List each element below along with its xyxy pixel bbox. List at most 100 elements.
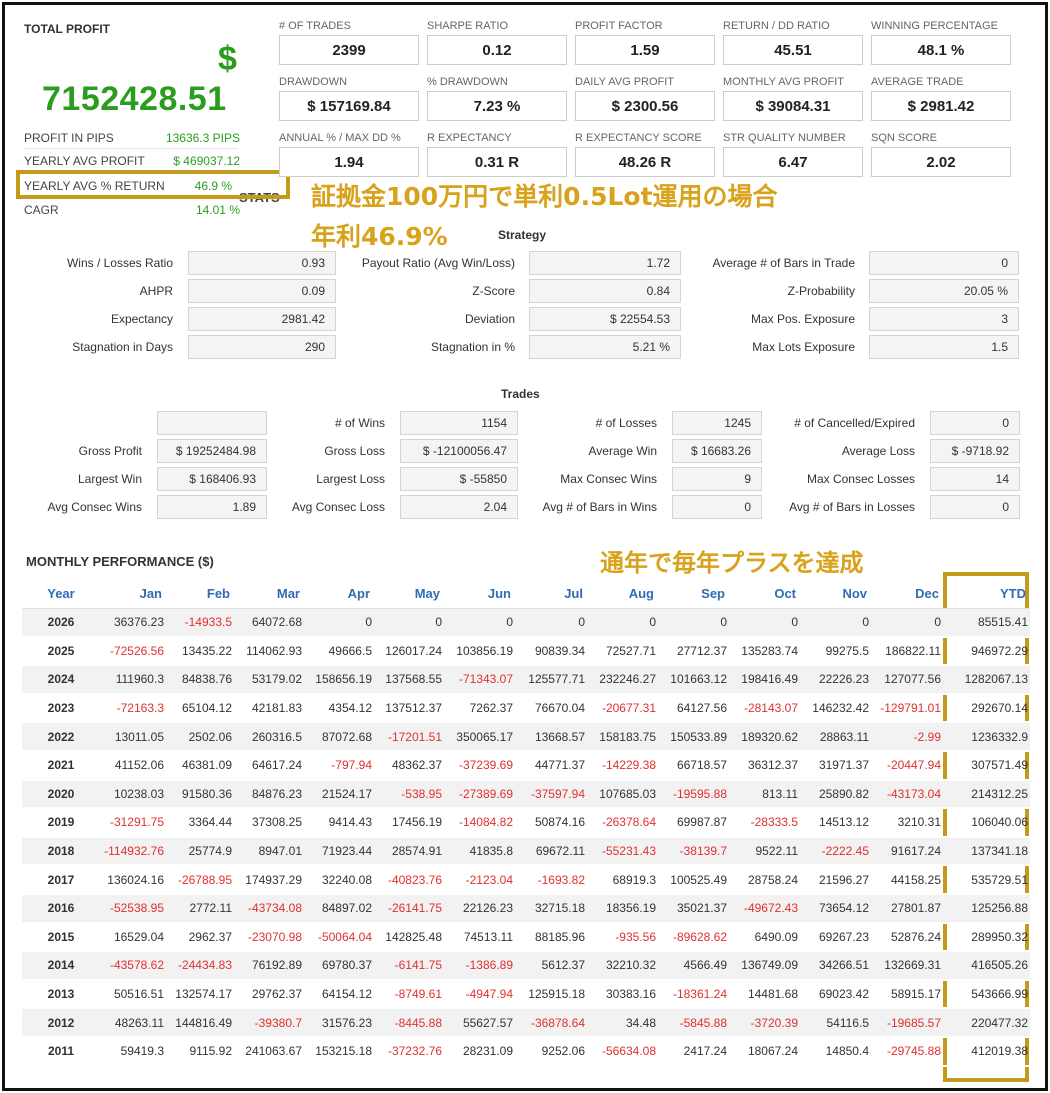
metric-value: 2399 bbox=[279, 35, 419, 65]
month-cell: 36376.23 bbox=[100, 608, 166, 638]
trade-value: $ 16683.26 bbox=[672, 439, 762, 463]
column-header: Year bbox=[22, 580, 100, 609]
trades-title: Trades bbox=[501, 387, 540, 401]
stat-label: Deviation bbox=[464, 312, 515, 326]
month-cell: 48362.37 bbox=[374, 750, 444, 781]
year-cell: 2023 bbox=[22, 693, 100, 724]
metric-label: PROFIT FACTOR bbox=[575, 20, 663, 32]
metric-label: SHARPE RATIO bbox=[427, 20, 509, 32]
month-cell: 103856.19 bbox=[444, 636, 515, 667]
month-cell: 72527.71 bbox=[587, 636, 658, 667]
month-cell: 0 bbox=[871, 608, 943, 638]
month-cell: 59419.3 bbox=[100, 1036, 166, 1067]
month-cell: -8749.61 bbox=[374, 979, 444, 1010]
metric-card: RETURN / DD RATIO 45.51 bbox=[723, 20, 863, 65]
month-cell: -26788.95 bbox=[166, 865, 234, 895]
stat-label: Stagnation in Days bbox=[72, 340, 173, 354]
column-header: Oct bbox=[729, 580, 800, 609]
ytd-cell: 1236332.9 bbox=[943, 722, 1030, 752]
month-cell: -20677.31 bbox=[587, 693, 658, 724]
trade-label: # of Cancelled/Expired bbox=[794, 416, 915, 430]
month-cell: -20447.94 bbox=[871, 750, 943, 781]
month-cell: 21596.27 bbox=[800, 865, 871, 895]
month-cell: 17456.19 bbox=[374, 808, 444, 838]
month-cell: 64127.56 bbox=[658, 693, 729, 724]
month-cell: 7262.37 bbox=[444, 693, 515, 724]
month-cell: 186822.11 bbox=[871, 636, 943, 667]
stat-value: 0 bbox=[869, 251, 1019, 275]
month-cell: 36312.37 bbox=[729, 750, 800, 781]
metric-value: 0.12 bbox=[427, 35, 567, 65]
month-cell: 54116.5 bbox=[800, 1008, 871, 1038]
month-cell: 189320.62 bbox=[729, 722, 800, 752]
month-cell: -26378.64 bbox=[587, 808, 658, 838]
month-cell: 64617.24 bbox=[234, 750, 304, 781]
month-cell: 9522.11 bbox=[729, 836, 800, 867]
month-cell: 8947.01 bbox=[234, 836, 304, 867]
month-cell: -1386.89 bbox=[444, 951, 515, 981]
metric-label: DRAWDOWN bbox=[279, 76, 348, 88]
month-cell: -56634.08 bbox=[587, 1036, 658, 1067]
metric-label: R EXPECTANCY SCORE bbox=[575, 132, 702, 144]
highlight-box-yearly-return bbox=[16, 170, 290, 199]
month-cell: 52876.24 bbox=[871, 922, 943, 953]
month-cell: -538.95 bbox=[374, 779, 444, 810]
trade-value: 0 bbox=[672, 495, 762, 519]
ytd-cell: 137341.18 bbox=[943, 836, 1030, 867]
month-cell: 174937.29 bbox=[234, 865, 304, 895]
month-cell: 25774.9 bbox=[166, 836, 234, 867]
ytd-cell: 125256.88 bbox=[943, 893, 1030, 924]
currency-symbol: $ bbox=[218, 40, 237, 78]
summary-value: 13636.3 PIPS bbox=[165, 131, 240, 145]
stat-value: 3 bbox=[869, 307, 1019, 331]
column-header: Feb bbox=[166, 580, 234, 609]
metric-value: 45.51 bbox=[723, 35, 863, 65]
month-cell: 18067.24 bbox=[729, 1036, 800, 1067]
month-cell: -72163.3 bbox=[100, 693, 166, 724]
month-cell: 0 bbox=[800, 608, 871, 638]
month-cell: 28231.09 bbox=[444, 1036, 515, 1067]
total-profit-title: TOTAL PROFIT bbox=[24, 22, 110, 36]
month-cell: 71923.44 bbox=[304, 836, 374, 867]
metric-card: % DRAWDOWN 7.23 % bbox=[427, 76, 567, 121]
ytd-cell: 535729.51 bbox=[943, 865, 1030, 895]
month-cell: 84897.02 bbox=[304, 893, 374, 924]
trade-label: Gross Loss bbox=[324, 444, 385, 458]
table-row: 2024 111960.3 84838.76 53179.02 158656.19 137… bbox=[22, 665, 1030, 695]
month-cell: 28574.91 bbox=[374, 836, 444, 867]
month-cell: 2417.24 bbox=[658, 1036, 729, 1067]
year-cell: 2017 bbox=[22, 865, 100, 895]
month-cell: 73654.12 bbox=[800, 893, 871, 924]
month-cell: -797.94 bbox=[304, 750, 374, 781]
summary-label: CAGR bbox=[24, 203, 59, 217]
month-cell: 35021.37 bbox=[658, 893, 729, 924]
metric-card: R EXPECTANCY SCORE 48.26 R bbox=[575, 132, 715, 177]
month-cell: 158183.75 bbox=[587, 722, 658, 752]
stat-label: Stagnation in % bbox=[430, 340, 515, 354]
trade-label: # of Losses bbox=[595, 416, 657, 430]
summary-row-profit-pips: PROFIT IN PIPS 13636.3 PIPS bbox=[24, 131, 240, 145]
month-cell: 0 bbox=[515, 608, 587, 638]
metric-card: DRAWDOWN $ 157169.84 bbox=[279, 76, 419, 121]
metric-value: 48.26 R bbox=[575, 147, 715, 177]
ytd-cell: 412019.38 bbox=[943, 1036, 1030, 1067]
month-cell: -114932.76 bbox=[100, 836, 166, 867]
table-row: 2022 13011.05 2502.06 260316.5 87072.68 -1720… bbox=[22, 722, 1030, 752]
month-cell: -14229.38 bbox=[587, 750, 658, 781]
month-cell: 107685.03 bbox=[587, 779, 658, 810]
trade-label: Largest Win bbox=[77, 472, 142, 486]
year-cell: 2025 bbox=[22, 636, 100, 667]
month-cell: 137568.55 bbox=[374, 665, 444, 695]
month-cell: 146232.42 bbox=[800, 693, 871, 724]
metric-label: WINNING PERCENTAGE bbox=[871, 20, 998, 32]
month-cell: 21524.17 bbox=[304, 779, 374, 810]
month-cell: -26141.75 bbox=[374, 893, 444, 924]
month-cell: 13435.22 bbox=[166, 636, 234, 667]
ytd-cell: 85515.41 bbox=[943, 608, 1030, 638]
month-cell: 100525.49 bbox=[658, 865, 729, 895]
month-cell: 132574.17 bbox=[166, 979, 234, 1010]
metric-label: AVERAGE TRADE bbox=[871, 76, 964, 88]
column-header: Sep bbox=[658, 580, 729, 609]
month-cell: 69672.11 bbox=[515, 836, 587, 867]
month-cell: -6141.75 bbox=[374, 951, 444, 981]
